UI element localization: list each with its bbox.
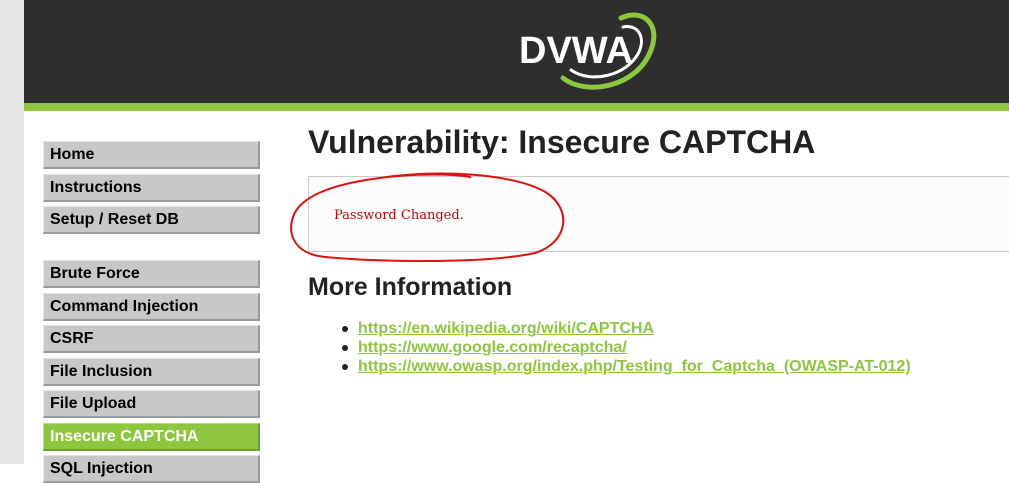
result-box: Password Changed. bbox=[308, 176, 1009, 252]
dvwa-logo-graphic: DVWA bbox=[519, 12, 657, 90]
list-item: https://www.owasp.org/index.php/Testing_… bbox=[340, 357, 911, 376]
result-message: Password Changed. bbox=[334, 208, 464, 223]
menu-item-command-injection[interactable]: Command Injection bbox=[43, 293, 260, 321]
menu-item-file-upload[interactable]: File Upload bbox=[43, 390, 260, 418]
more-information-heading: More Information bbox=[308, 273, 513, 301]
menu-item-csrf[interactable]: CSRF bbox=[43, 325, 260, 353]
menu-item-setup-reset-db[interactable]: Setup / Reset DB bbox=[43, 206, 260, 234]
bullet-icon bbox=[342, 345, 348, 351]
menu-item-instructions[interactable]: Instructions bbox=[43, 174, 260, 202]
bullet-icon bbox=[342, 326, 348, 332]
link-owasp-testing-captcha[interactable]: https://www.owasp.org/index.php/Testing_… bbox=[358, 358, 911, 375]
menu-item-sql-injection[interactable]: SQL Injection bbox=[43, 455, 260, 483]
dvwa-logo: DVWA bbox=[515, 10, 660, 95]
more-information-links: https://en.wikipedia.org/wiki/CAPTCHA ht… bbox=[340, 319, 911, 376]
link-wikipedia-captcha[interactable]: https://en.wikipedia.org/wiki/CAPTCHA bbox=[358, 320, 654, 337]
link-google-recaptcha[interactable]: https://www.google.com/recaptcha/ bbox=[358, 339, 627, 356]
header-accent-bar bbox=[24, 103, 1009, 111]
menu-item-brute-force[interactable]: Brute Force bbox=[43, 260, 260, 288]
list-item: https://www.google.com/recaptcha/ bbox=[340, 338, 911, 357]
menu-item-home[interactable]: Home bbox=[43, 141, 260, 169]
left-gutter bbox=[0, 0, 24, 464]
dvwa-logo-text: DVWA bbox=[519, 30, 633, 72]
page-title: Vulnerability: Insecure CAPTCHA bbox=[308, 124, 816, 160]
menu-item-insecure-captcha[interactable]: Insecure CAPTCHA bbox=[43, 423, 260, 451]
bullet-icon bbox=[342, 364, 348, 370]
menu-item-file-inclusion[interactable]: File Inclusion bbox=[43, 358, 260, 386]
list-item: https://en.wikipedia.org/wiki/CAPTCHA bbox=[340, 319, 911, 338]
